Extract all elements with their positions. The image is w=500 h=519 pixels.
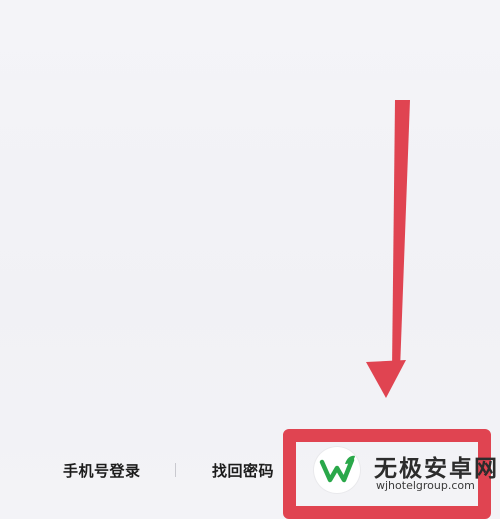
link-divider — [175, 463, 176, 477]
watermark-url: wjhotelgroup.com — [376, 479, 475, 492]
w-leaf-logo-icon — [314, 447, 360, 493]
login-screen: 手机号登录 找回密码 无极安卓网 wjhotelgroup.com — [0, 0, 500, 519]
site-watermark: 无极安卓网 wjhotelgroup.com — [314, 447, 500, 500]
phone-login-link[interactable]: 手机号登录 — [63, 460, 141, 481]
annotation-arrow-icon — [366, 100, 410, 398]
recover-password-link[interactable]: 找回密码 — [212, 460, 274, 481]
watermark-title: 无极安卓网 — [374, 456, 499, 482]
